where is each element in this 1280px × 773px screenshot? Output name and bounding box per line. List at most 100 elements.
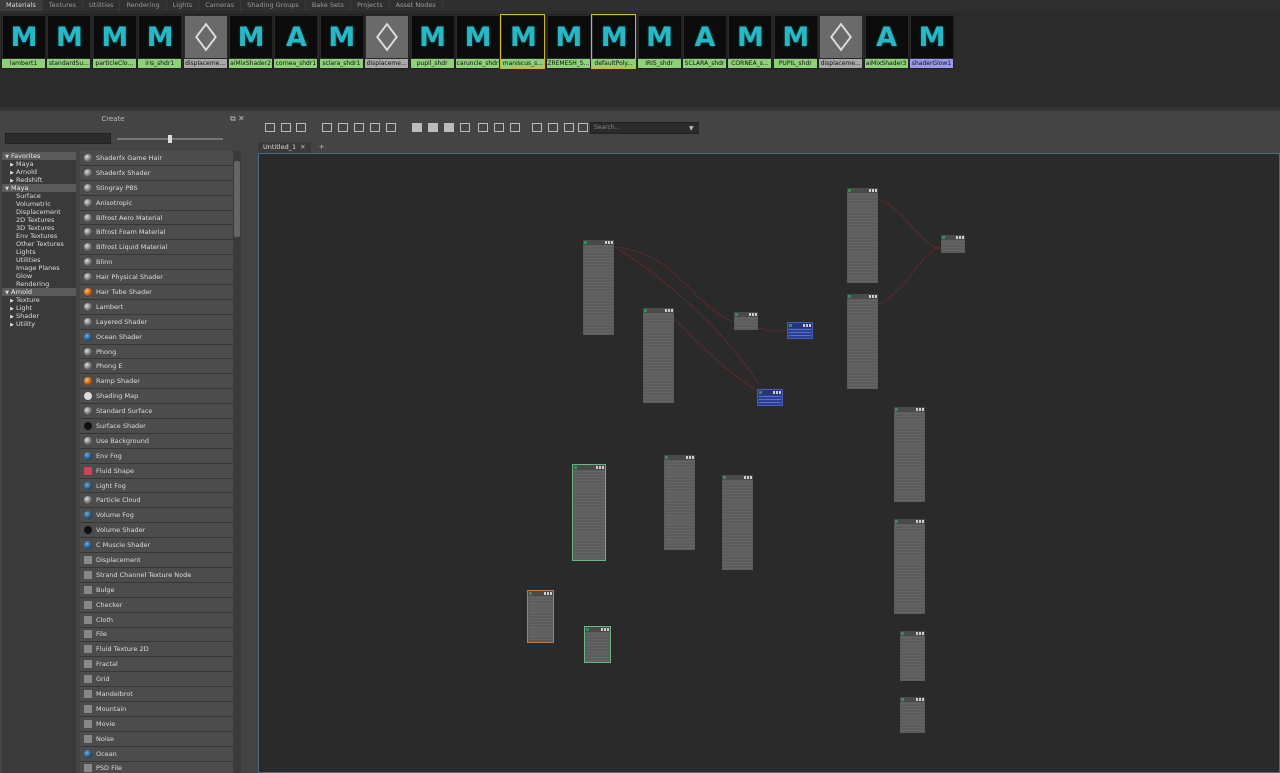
full-mode-icon[interactable] <box>444 123 454 132</box>
material-swatch[interactable]: displaceme... <box>818 14 864 69</box>
top-tab[interactable]: Cameras <box>199 0 242 11</box>
swatch-icon[interactable] <box>494 123 504 132</box>
node-list-scrollbar[interactable] <box>233 151 241 773</box>
clear-graph-icon[interactable] <box>386 123 396 132</box>
close-tab-icon[interactable]: ✕ <box>300 143 305 151</box>
node-list-item[interactable]: Standard Surface <box>80 404 233 420</box>
float-icon[interactable]: ⧉ <box>230 114 236 124</box>
tree-item[interactable]: ▶ Light <box>2 304 76 312</box>
node-list-item[interactable]: Mountain <box>80 701 233 717</box>
material-swatch[interactable]: displaceme... <box>364 14 410 69</box>
tab-untitled-1[interactable]: Untitled_1 ✕ <box>258 142 311 153</box>
tree-item[interactable]: ▶ Shader <box>2 312 76 320</box>
top-tab[interactable]: Lights <box>167 0 200 11</box>
node-list-item[interactable]: Fluid Shape <box>80 463 233 479</box>
tree-item[interactable]: Other Textures <box>2 240 76 248</box>
graph-node[interactable] <box>663 454 696 551</box>
graph-node-selected[interactable] <box>572 464 606 561</box>
node-list-item[interactable]: C Muscle Shader <box>80 538 233 554</box>
node-list-item[interactable]: Ramp Shader <box>80 374 233 390</box>
graph-node-shading-group[interactable] <box>757 389 783 406</box>
tree-item[interactable]: ▶ Utility <box>2 320 76 328</box>
collapse-arrow-icon[interactable]: ▶ <box>8 177 16 184</box>
node-list-item[interactable]: Shading Map <box>80 389 233 405</box>
node-list-item[interactable]: Shaderfx Shader <box>80 165 233 181</box>
node-list-item[interactable]: Cloth <box>80 612 233 628</box>
camera-icon[interactable] <box>564 123 574 132</box>
graph-input-icon[interactable] <box>265 123 275 132</box>
material-swatch[interactable]: Mpupil_shdr <box>409 14 455 69</box>
tree-item[interactable]: Glow <box>2 272 76 280</box>
search-icon[interactable] <box>478 123 488 132</box>
collapse-arrow-icon[interactable]: ▶ <box>8 297 16 304</box>
slider-handle[interactable] <box>168 135 172 143</box>
node-list-item[interactable]: Stingray PBS <box>80 180 233 196</box>
node-list-item[interactable]: Checker <box>80 597 233 613</box>
tree-item[interactable]: Image Planes <box>2 264 76 272</box>
node-list-item[interactable]: Bulge <box>80 582 233 598</box>
node-list-item[interactable]: Ocean <box>80 746 233 762</box>
graph-output-icon[interactable] <box>296 123 306 132</box>
bookmark-icon[interactable] <box>578 123 588 132</box>
frame-all-icon[interactable] <box>322 123 332 132</box>
top-tab[interactable]: Materials <box>0 0 43 11</box>
node-list-item[interactable]: Volume Shader <box>80 523 233 539</box>
tree-item[interactable]: ▼ Favorites <box>2 152 76 160</box>
tree-item[interactable]: ▶ Redshift <box>2 176 76 184</box>
material-swatch[interactable]: M CORNEA_s... <box>727 14 773 69</box>
node-list-item[interactable]: Fractal <box>80 657 233 673</box>
tree-item[interactable]: Utilities <box>2 256 76 264</box>
node-list-item[interactable]: Bifrost Liquid Material <box>80 240 233 256</box>
node-list-item[interactable]: Displacement <box>80 553 233 568</box>
graph-node-selected[interactable] <box>584 626 611 663</box>
material-swatch[interactable]: MaiMixShader2 <box>228 14 273 69</box>
graph-node-selected[interactable] <box>527 590 554 643</box>
graph-node[interactable] <box>940 234 966 254</box>
graph-node-shading-group[interactable] <box>787 322 813 339</box>
material-swatch[interactable]: M PUPIL_shdr <box>772 14 818 69</box>
top-tab[interactable]: Textures <box>43 0 83 11</box>
material-swatch[interactable]: AaiMixShader3 <box>863 14 909 69</box>
node-list-item[interactable]: Blinn <box>80 255 233 271</box>
material-swatch[interactable]: MparticleClo... <box>91 14 137 69</box>
node-list-item[interactable]: Phong E <box>80 359 233 375</box>
search-dropdown-icon[interactable]: ▼ <box>689 125 694 132</box>
material-swatch[interactable]: MstandardSu... <box>46 14 92 69</box>
top-tab[interactable]: Asset Nodes <box>390 0 443 11</box>
close-icon[interactable]: ✕ <box>238 114 245 123</box>
node-list-item[interactable]: Fluid Texture 2D <box>80 642 233 658</box>
graph-io-icon[interactable] <box>281 123 291 132</box>
layout-icon[interactable] <box>338 123 348 132</box>
node-list-item[interactable]: Strand Channel Texture Node <box>80 567 233 583</box>
collapse-arrow-icon[interactable]: ▶ <box>8 161 16 168</box>
collapse-arrow-icon[interactable]: ▶ <box>8 313 16 320</box>
node-list-item[interactable]: Phong <box>80 344 233 360</box>
node-graph-canvas[interactable] <box>258 153 1280 773</box>
grid-toggle-icon[interactable] <box>510 123 520 132</box>
tree-item[interactable]: Volumetric <box>2 200 76 208</box>
tree-item[interactable]: ▼ Maya <box>2 184 76 192</box>
collapse-arrow-icon[interactable]: ▶ <box>8 321 16 328</box>
add-selected-icon[interactable] <box>354 123 364 132</box>
top-tab[interactable]: Bake Sets <box>306 0 351 11</box>
node-list-item[interactable]: Light Fog <box>80 478 233 494</box>
node-list-item[interactable]: Movie <box>80 716 233 732</box>
simple-mode-icon[interactable] <box>412 123 422 132</box>
graph-node[interactable] <box>899 696 926 734</box>
node-list-item[interactable]: Noise <box>80 731 233 747</box>
node-list-item[interactable]: Grid <box>80 672 233 688</box>
material-swatch[interactable]: Acornea_shdr1 <box>273 14 319 69</box>
snap-grid-icon[interactable] <box>532 123 542 132</box>
node-list-item[interactable]: Use Background <box>80 433 233 449</box>
node-list-item[interactable]: Mandelbrot <box>80 687 233 702</box>
icon-size-slider[interactable] <box>117 135 223 143</box>
material-swatch[interactable]: M ZREMESH_S... <box>545 14 591 69</box>
graph-node[interactable] <box>846 187 879 284</box>
expand-arrow-icon[interactable]: ▼ <box>3 153 11 160</box>
material-swatch[interactable]: M IRIS_shdr <box>636 14 682 69</box>
node-list-item[interactable]: Lambert <box>80 299 233 315</box>
expand-arrow-icon[interactable]: ▼ <box>3 185 11 192</box>
pin-icon[interactable] <box>548 123 558 132</box>
top-tab[interactable]: Projects <box>351 0 390 11</box>
tree-item[interactable]: ▶ Arnold <box>2 168 76 176</box>
